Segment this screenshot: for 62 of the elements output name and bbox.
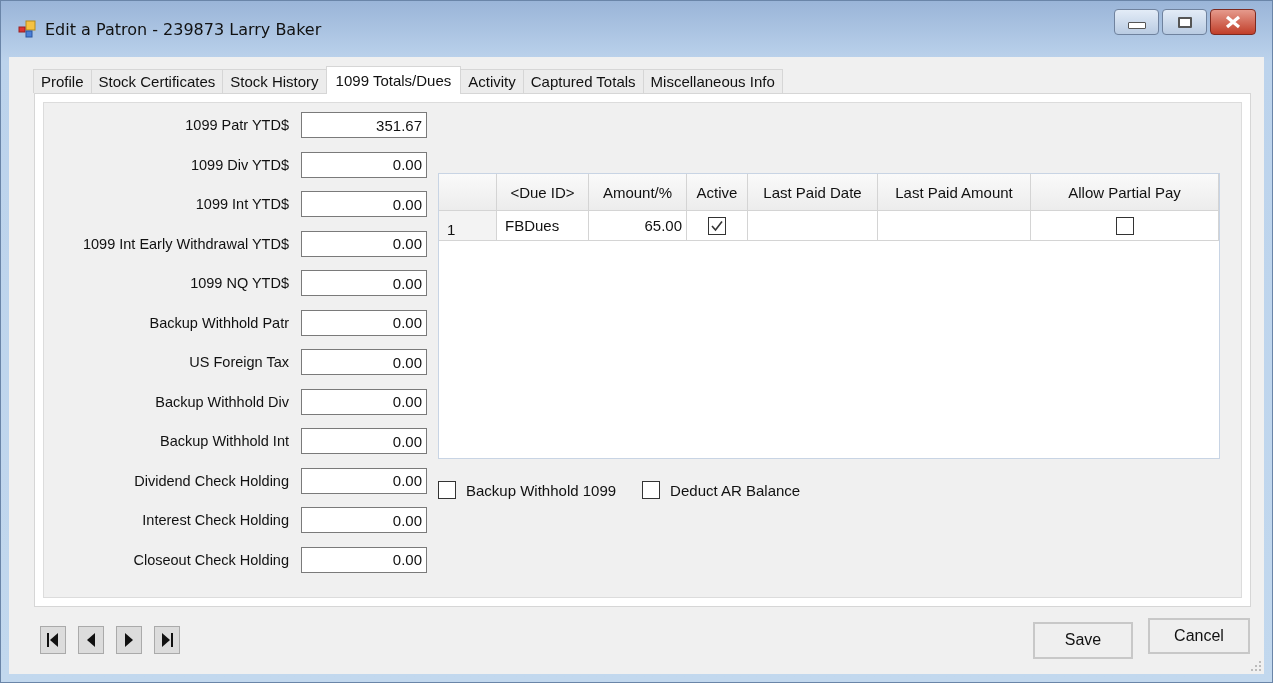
field-label: 1099 NQ YTD$	[190, 275, 289, 291]
tab[interactable]: Miscellaneous Info	[642, 69, 783, 93]
amount-field[interactable]: 351.67	[301, 112, 427, 138]
field-label: Closeout Check Holding	[133, 551, 289, 568]
field-label: 1099 Int YTD$	[195, 196, 289, 212]
field-label: Backup Withhold Int	[160, 433, 289, 449]
field-label: 1099 Div YTD$	[190, 156, 289, 173]
checkbox[interactable]	[438, 481, 456, 499]
table-cell: 65.00	[589, 211, 687, 241]
column-header[interactable]: <Due ID>	[497, 174, 589, 211]
checkbox-label[interactable]: Backup Withhold 1099	[466, 481, 617, 499]
maximize-button[interactable]	[1162, 9, 1207, 35]
skip-to-start-icon	[46, 632, 60, 648]
skip-to-end-icon	[160, 632, 174, 648]
amount-field[interactable]: 0.00	[301, 428, 427, 454]
last-record-button[interactable]	[154, 626, 180, 654]
window-title: Edit a Patron - 239873 Larry Baker	[45, 19, 322, 39]
field-label: Interest Check Holding	[142, 512, 289, 528]
row-header-corner	[439, 174, 497, 211]
column-header[interactable]: Last Paid Date	[748, 174, 878, 211]
amount-field[interactable]: 0.00	[301, 191, 427, 217]
next-record-button[interactable]	[116, 626, 142, 654]
previous-record-button[interactable]	[78, 626, 104, 654]
table-cell: FBDues	[497, 211, 589, 241]
field-label: Dividend Check Holding	[134, 472, 289, 489]
checkbox-label[interactable]: Deduct AR Balance	[670, 481, 801, 499]
dialog-button[interactable]: Save	[1033, 621, 1133, 659]
dialog-button[interactable]: Cancel	[1148, 617, 1250, 654]
tab[interactable]: Captured Totals	[522, 69, 644, 93]
close-button[interactable]	[1210, 9, 1256, 35]
checkbox[interactable]	[642, 481, 661, 499]
resize-grip-icon	[1250, 660, 1262, 672]
column-header[interactable]: Amount/%	[589, 174, 687, 211]
amount-field[interactable]: 0.00	[301, 270, 427, 296]
column-header[interactable]: Active	[687, 174, 748, 211]
amount-field[interactable]: 0.00	[301, 151, 427, 178]
tab[interactable]: Stock History	[222, 69, 327, 93]
amount-field[interactable]: 0.00	[301, 546, 427, 573]
amount-field[interactable]: 0.00	[301, 230, 427, 257]
amount-field[interactable]: 0.00	[301, 467, 427, 494]
minimize-button[interactable]	[1114, 9, 1159, 35]
tab[interactable]: Stock Certificates	[90, 69, 224, 93]
tab[interactable]: Profile	[33, 69, 92, 93]
first-record-button[interactable]	[40, 626, 66, 654]
checkbox[interactable]	[708, 216, 726, 235]
field-label: US Foreign Tax	[189, 354, 289, 370]
column-header[interactable]: Allow Partial Pay	[1031, 174, 1219, 211]
field-label: Backup Withhold Div	[155, 393, 289, 410]
field-label: Backup Withhold Patr	[149, 314, 289, 331]
tab[interactable]: 1099 Totals/Dues	[325, 66, 462, 94]
checkbox[interactable]	[1115, 216, 1134, 235]
amount-field[interactable]: 0.00	[301, 507, 427, 533]
tab[interactable]: Activity	[460, 69, 524, 93]
field-label: 1099 Patr YTD$	[185, 117, 289, 133]
close-icon	[1224, 15, 1242, 29]
amount-field[interactable]: 0.00	[301, 349, 427, 375]
column-header[interactable]: Last Paid Amount	[878, 174, 1031, 211]
row-number: 1	[439, 211, 497, 241]
field-label: 1099 Int Early Withdrawal YTD$	[82, 235, 289, 252]
amount-field[interactable]: 0.00	[301, 388, 427, 415]
app-icon	[17, 19, 37, 39]
amount-field[interactable]: 0.00	[301, 309, 427, 336]
